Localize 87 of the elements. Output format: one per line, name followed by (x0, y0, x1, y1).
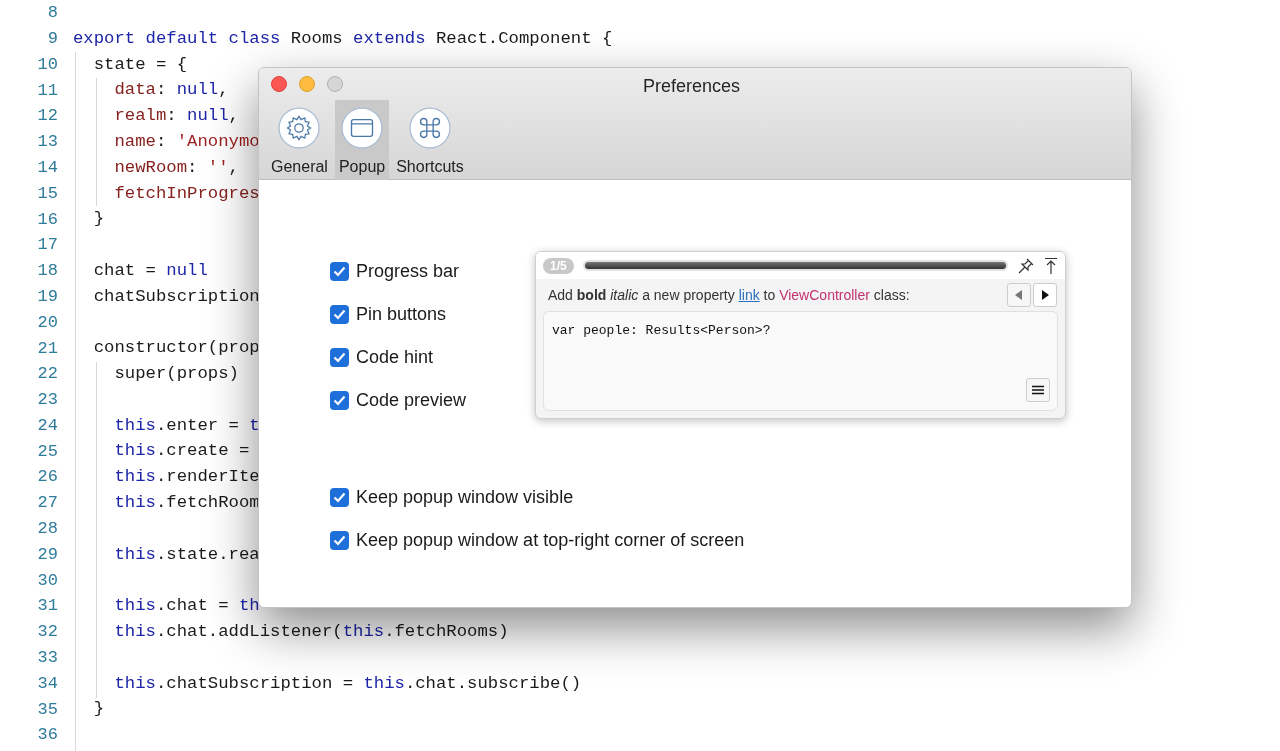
code-line: this.create = (113, 440, 250, 463)
pin-icon[interactable] (1017, 256, 1035, 275)
window-title: Preferences (643, 75, 741, 98)
code-line: export default class Rooms extends React.Component { (73, 27, 613, 50)
checkbox[interactable] (330, 304, 349, 324)
line-number: 24 (36, 414, 58, 437)
code-line: super(props) (113, 363, 239, 386)
line-number: 35 (36, 698, 58, 721)
line-number: 26 (36, 466, 58, 489)
code-line: this.chatSubscription = this.chat.subscribe() (113, 672, 582, 695)
option-label: Progress bar (356, 260, 460, 282)
checkmark-icon (333, 534, 346, 546)
checkbox[interactable] (330, 530, 349, 550)
line-number: 12 (36, 105, 58, 128)
line-number: 17 (36, 234, 58, 257)
line-number: 10 (36, 53, 58, 76)
window-icon (341, 107, 384, 149)
code-text: var people: Results<Person>? (552, 322, 771, 340)
checkmark-icon (333, 394, 346, 406)
option-label: Code hint (356, 346, 434, 368)
toolbar-tab[interactable]: Shortcuts (392, 100, 468, 180)
previous-button[interactable] (1007, 283, 1031, 307)
line-number: 13 (36, 131, 58, 154)
next-button[interactable] (1033, 283, 1057, 307)
checkmark-icon (333, 491, 346, 503)
toolbar-tab[interactable]: General (267, 100, 332, 180)
hint-text: Add bold italic a new property link to ViewController class: (548, 285, 911, 305)
line-number: 27 (36, 492, 58, 515)
left-triangle-icon (1015, 290, 1023, 300)
checkmark-icon (333, 308, 346, 320)
line-number: 20 (36, 311, 58, 334)
line-number: 33 (36, 647, 58, 670)
code-line: state = { (92, 53, 188, 76)
code-line: name: 'Anonymo (113, 130, 260, 153)
code-line: this.chat = th (113, 595, 260, 618)
line-number: 14 (36, 156, 58, 179)
line-number: 8 (46, 2, 58, 25)
code-line: } (92, 698, 105, 721)
link[interactable]: link (738, 286, 760, 303)
checkbox[interactable] (330, 347, 349, 367)
scroll-to-top-icon[interactable] (1044, 256, 1058, 275)
line-number: 19 (36, 285, 58, 308)
line-number: 31 (36, 595, 58, 618)
code-line: fetchInProgres (113, 182, 260, 205)
line-number: 28 (36, 518, 58, 541)
line-number: 34 (36, 672, 58, 695)
menu-icon (1032, 385, 1044, 395)
code-line: this.chat.addListener(this.fetchRooms) (113, 621, 509, 644)
line-number: 36 (36, 724, 58, 747)
code-line: newRoom: '', (113, 156, 239, 179)
checkbox[interactable] (330, 261, 349, 281)
line-number: 18 (36, 260, 58, 283)
line-number: 32 (36, 621, 58, 644)
close-button[interactable] (271, 76, 287, 92)
line-number: 22 (36, 363, 58, 386)
checkbox[interactable] (330, 487, 349, 507)
checkbox[interactable] (330, 390, 349, 410)
code-line: this.enter = t (113, 414, 260, 437)
code-line: realm: null, (113, 105, 239, 128)
line-number: 16 (36, 208, 58, 231)
option-label: Keep popup window at top-right corner of screen (356, 529, 745, 551)
right-triangle-icon (1041, 290, 1049, 300)
line-number: 11 (36, 79, 58, 102)
toolbar-tab[interactable]: Popup (334, 100, 390, 180)
line-number: 21 (36, 337, 58, 360)
code-line: constructor(prop (92, 337, 260, 360)
checkmark-icon (333, 351, 346, 363)
line-number: 25 (36, 440, 58, 463)
menu-button[interactable] (1026, 378, 1050, 402)
code-line: this.renderIte (113, 466, 260, 489)
option-label: Keep popup window visible (356, 486, 574, 508)
line-number: 29 (36, 543, 58, 566)
code-line: chat = null (92, 259, 208, 282)
gear-icon (278, 107, 321, 149)
code-line: this.state.rea (113, 543, 260, 566)
option-label: Code preview (356, 389, 467, 411)
line-number: 15 (36, 182, 58, 205)
code-line: } (92, 208, 105, 231)
line-number: 23 (36, 389, 58, 412)
option-label: Pin buttons (356, 303, 447, 325)
code-line: this.fetchRoom (113, 492, 260, 515)
checkmark-icon (333, 265, 346, 277)
code-line: chatSubscription (92, 285, 260, 308)
code-line: data: null, (113, 79, 229, 102)
line-number: 9 (46, 27, 58, 50)
command-key-icon (409, 107, 451, 149)
line-number: 30 (36, 569, 58, 592)
